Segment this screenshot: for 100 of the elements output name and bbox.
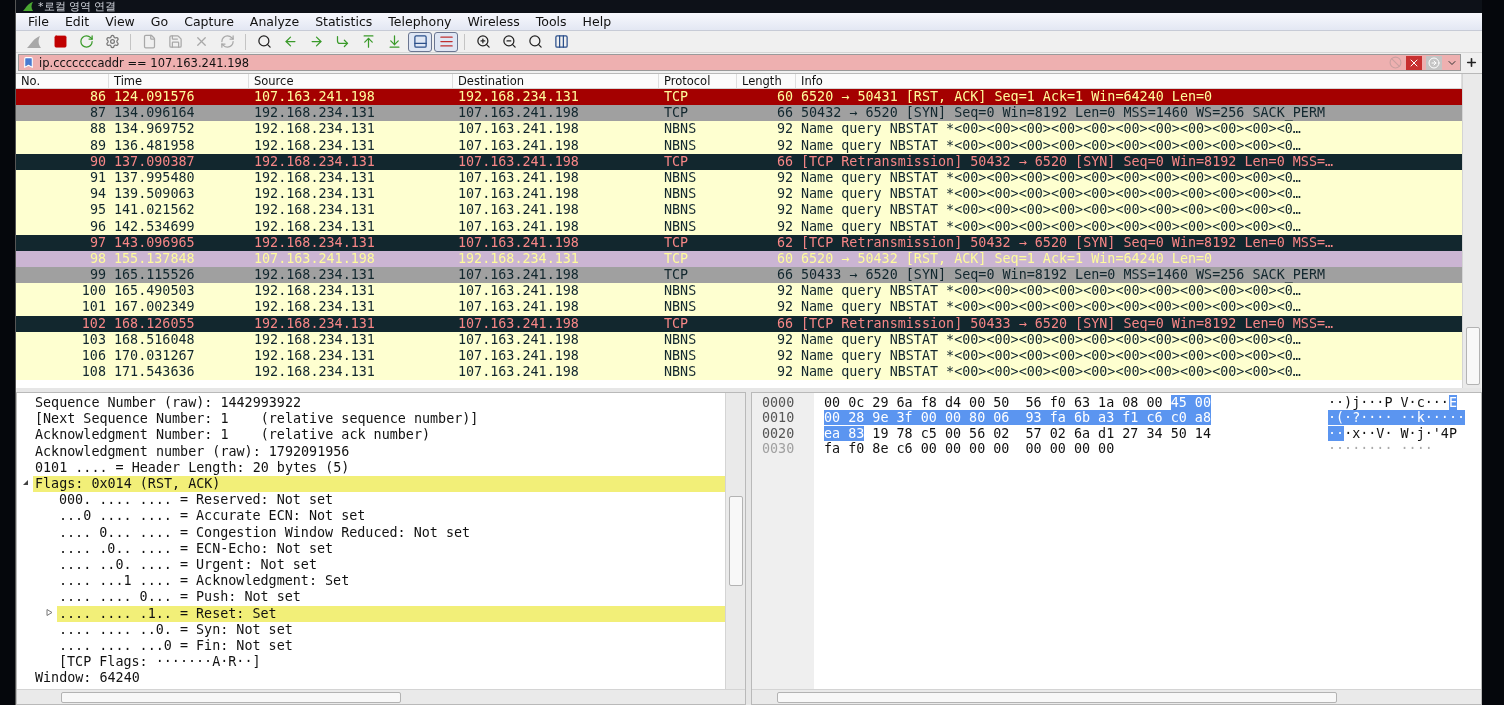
packet-row[interactable]: 94 139.509063 192.168.234.131 107.163.241.198 NBNS 92 Name query NBSTAT *<00><00><00><00><00><00><00><00><00><00><0… xyxy=(16,186,1462,203)
menu-item[interactable]: File xyxy=(20,14,57,29)
table-cell-text: 167.002349 xyxy=(113,299,196,316)
tree-item[interactable]: .... ...1 .... = Acknowledgment: Set xyxy=(57,573,725,590)
table-cell-text: 107.163.241.198 xyxy=(457,364,580,381)
column-header[interactable]: Time xyxy=(109,74,249,88)
table-cell-text: 91 xyxy=(88,169,107,187)
table-cell-text: 107.163.241.198 xyxy=(457,169,580,187)
file-icon xyxy=(141,34,157,49)
menu-item[interactable]: Go xyxy=(142,14,177,29)
hex-bytes[interactable]: fa f0 8e c6 00 00 00 00 00 00 00 00 xyxy=(824,440,1115,456)
packet-row[interactable]: 100 165.490503 192.168.234.131 107.163.241.198 NBNS 92 Name query NBSTAT *<00><00><00><00><00><00><00><00><00><00><0… xyxy=(16,283,1462,300)
menu-item[interactable]: Wireless xyxy=(459,14,528,29)
menu-item[interactable]: Statistics xyxy=(307,14,381,29)
hex-bytes[interactable]: 19 78 c5 00 56 02 57 02 6a d1 27 34 50 14 xyxy=(864,425,1211,441)
table-cell-text: NBNS xyxy=(663,121,698,138)
toolbar-button[interactable] xyxy=(408,31,432,52)
table-cell-text: 62 xyxy=(775,234,794,251)
table-cell-text: 168.126055 xyxy=(113,315,196,332)
menu-item[interactable]: Telephony xyxy=(380,14,460,29)
horizontal-scrollbar[interactable] xyxy=(752,689,1481,704)
tree-item[interactable]: Flags: 0x014 (RST, ACK) xyxy=(33,476,725,493)
table-cell-text: 192.168.234.131 xyxy=(253,364,376,381)
vertical-scrollbar[interactable] xyxy=(1462,74,1482,388)
table-cell-text: 192.168.234.131 xyxy=(253,202,376,219)
tree-item[interactable]: Acknowledgment number (raw): 1792091956 xyxy=(33,443,725,460)
column-header[interactable]: Source xyxy=(249,74,453,88)
tree-item[interactable]: ...0 .... .... = Accurate ECN: Not set xyxy=(57,508,725,525)
menu-item[interactable]: Capture xyxy=(176,14,242,29)
add-icon[interactable] xyxy=(1465,56,1478,69)
table-cell-text: 103 xyxy=(80,331,107,348)
table-cell-text: 192.168.234.131 xyxy=(253,234,376,251)
table-cell-text: NBNS xyxy=(663,299,698,316)
menu-item[interactable]: Tools xyxy=(527,14,575,29)
table-cell-text: 192.168.234.131 xyxy=(457,89,580,106)
table-cell-text: 92 xyxy=(775,348,794,365)
horizontal-scrollbar[interactable] xyxy=(17,689,745,704)
ascii-text[interactable]: ··)j···P V·c··· xyxy=(1328,395,1449,410)
menu-item[interactable]: View xyxy=(97,14,143,29)
table-cell-text: Name query NBSTAT *<00><00><00><00><00><00><00><00><00><00><0… xyxy=(800,283,1302,300)
search-icon xyxy=(256,34,272,49)
table-cell-text: NBNS xyxy=(663,137,698,154)
column-header[interactable]: Length xyxy=(737,74,796,88)
tree-item[interactable]: 0101 .... = Header Length: 20 bytes (5) xyxy=(33,459,725,476)
menu-item[interactable]: Edit xyxy=(56,14,98,29)
bookmark-icon[interactable] xyxy=(22,56,35,69)
collapsed-triangle-icon[interactable] xyxy=(45,608,53,616)
packet-row[interactable]: 86 124.091576 107.163.241.198 192.168.234.131 TCP 60 6520 → 50431 [RST, ACK] Seq=1 Ack=1 Win=64240 Len=0 xyxy=(16,89,1462,106)
expanded-triangle-icon[interactable] xyxy=(21,479,29,487)
table-cell-text: 107.163.241.198 xyxy=(457,137,580,154)
tree-item[interactable]: .... .0.. .... = ECN-Echo: Not set xyxy=(57,540,725,557)
table-cell-text: [TCP Retransmission] 50433 → 6520 [SYN] Seq=0 Win=8192 Len=0 MSS=… xyxy=(800,315,1335,332)
table-cell-text: 107.163.241.198 xyxy=(253,250,376,268)
table-cell-text: 141.021562 xyxy=(113,202,196,219)
tree-item[interactable]: .... .... ..0. = Syn: Not set xyxy=(57,621,725,638)
packet-row[interactable]: 101 167.002349 192.168.234.131 107.163.241.198 NBNS 92 Name query NBSTAT *<00><00><00><00><00><00><00><00><00><00><0… xyxy=(16,299,1462,316)
menu-item[interactable]: Help xyxy=(574,14,620,29)
packet-row[interactable]: 95 141.021562 192.168.234.131 107.163.241.198 NBNS 92 Name query NBSTAT *<00><00><00><00><00><00><00><00><00><00><0… xyxy=(16,202,1462,219)
zoom-icon xyxy=(527,34,543,49)
table-cell-text: 92 xyxy=(775,218,794,235)
table-cell-text: 107.163.241.198 xyxy=(457,267,580,284)
tree-item[interactable]: Window: 64240 xyxy=(33,670,725,687)
table-cell-text: 66 xyxy=(775,267,794,284)
ascii-text[interactable]: ·x··V· W·j·'4P xyxy=(1344,425,1457,441)
tree-item[interactable]: Sequence Number (raw): 1442993922 xyxy=(33,395,725,412)
column-header[interactable]: Destination xyxy=(453,74,659,88)
column-header[interactable]: Protocol xyxy=(659,74,737,88)
packet-row[interactable]: 108 171.543636 192.168.234.131 107.163.241.198 NBNS 92 Name query NBSTAT *<00><00><00><00><00><00><00><00><00><00><0… xyxy=(16,364,1462,381)
table-cell-text: 92 xyxy=(775,169,794,187)
tree-item[interactable]: .... 0... .... = Congestion Window Reduced: Not set xyxy=(57,524,725,541)
table-cell-text: 107.163.241.198 xyxy=(457,186,580,203)
table-cell-text: NBNS xyxy=(663,169,698,187)
hex-bytes[interactable]: 00 0c 29 6a f8 d4 00 50 56 f0 63 1a 08 00 xyxy=(824,395,1171,410)
tree-item[interactable]: .... .... 0... = Push: Not set xyxy=(57,589,725,606)
menu-item[interactable]: Analyze xyxy=(241,14,308,29)
close-button[interactable] xyxy=(1406,55,1422,70)
packet-row[interactable]: 99 165.115526 192.168.234.131 107.163.241.198 TCP 66 50433 → 6520 [SYN] Seq=0 Win=8192 Len=0 MSS=1460 WS=256 SACK_PERM xyxy=(16,267,1462,284)
table-cell-text: 107.163.241.198 xyxy=(457,283,580,300)
tree-item[interactable]: Acknowledgment Number: 1 (relative ack number) xyxy=(33,427,725,444)
table-cell-text: 170.031267 xyxy=(113,348,196,365)
tree-item[interactable]: [TCP Flags: ·······A·R··] xyxy=(57,654,725,671)
tree-item[interactable]: .... ..0. .... = Urgent: Not set xyxy=(57,556,725,573)
packet-row[interactable]: 87 134.096164 192.168.234.131 107.163.241.198 TCP 66 50432 → 6520 [SYN] Seq=0 Win=8192 Len=0 MSS=1460 WS=256 SACK_PERM xyxy=(16,105,1462,122)
offset-text: 0000 xyxy=(762,395,796,411)
table-cell-text: 143.096965 xyxy=(113,234,196,251)
display-filter-field[interactable]: ip.cccccccaddr == 107.163.241.198 xyxy=(18,54,1461,71)
column-header[interactable]: No. xyxy=(16,74,109,88)
table-cell-text: 50432 → 6520 [SYN] Seq=0 Win=8192 Len=0 MSS=1460 WS=256 SACK_PERM xyxy=(800,105,1327,122)
table-cell-text: 192.168.234.131 xyxy=(253,331,376,348)
zoom-out-icon xyxy=(501,34,517,49)
tree-item[interactable]: 000. .... .... = Reserved: Not set xyxy=(57,492,725,509)
tree-item[interactable]: .... .... ...0 = Fin: Not set xyxy=(57,637,725,654)
stop-icon xyxy=(52,34,68,49)
vertical-scrollbar[interactable] xyxy=(725,393,745,689)
tree-item[interactable]: .... .... .1.. = Reset: Set xyxy=(57,605,725,622)
table-cell-text: NBNS xyxy=(663,348,698,365)
packet-row[interactable]: 88 134.969752 192.168.234.131 107.163.241.198 NBNS 92 Name query NBSTAT *<00><00><00><00><00><00><00><00><00><00><0… xyxy=(16,121,1462,138)
table-cell-text: 107.163.241.198 xyxy=(457,153,580,170)
tree-item[interactable]: [Next Sequence Number: 1 (relative sequence number)] xyxy=(33,411,725,428)
packet-row[interactable]: 106 170.031267 192.168.234.131 107.163.241.198 NBNS 92 Name query NBSTAT *<00><00><00><00><00><00><00><00><00><00><0… xyxy=(16,348,1462,365)
